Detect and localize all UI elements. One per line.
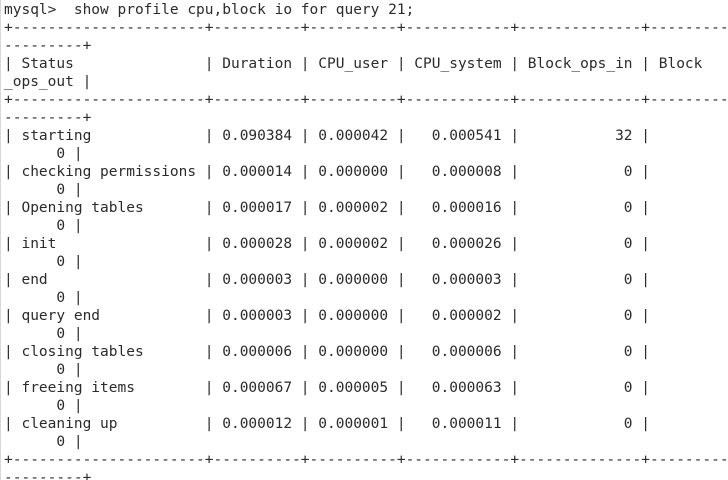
prompt-command-line: mysql> show profile cpu,block io for que… xyxy=(4,2,415,18)
table-row-wrap: 0 | xyxy=(4,398,83,414)
table-header-row-wrap: _ops_out | xyxy=(4,74,92,90)
table-row: | end | 0.000003 | 0.000000 | 0.000003 |… xyxy=(4,272,651,288)
table-row-wrap: 0 | xyxy=(4,182,83,198)
table-row-wrap: 0 | xyxy=(4,290,83,306)
table-row: | Opening tables | 0.000017 | 0.000002 |… xyxy=(4,200,651,216)
table-row: | query end | 0.000003 | 0.000000 | 0.00… xyxy=(4,308,651,324)
table-row-wrap: 0 | xyxy=(4,146,83,162)
terminal-output[interactable]: mysql> show profile cpu,block io for que… xyxy=(0,1,728,480)
table-bottom-border: +----------------------+----------+-----… xyxy=(4,452,728,468)
table-row: | closing tables | 0.000006 | 0.000000 |… xyxy=(4,344,651,360)
table-row-wrap: 0 | xyxy=(4,254,83,270)
terminal-window[interactable]: mysql> show profile cpu,block io for que… xyxy=(0,0,728,480)
table-row: | starting | 0.090384 | 0.000042 | 0.000… xyxy=(4,128,651,144)
table-header-separator: +----------------------+----------+-----… xyxy=(4,92,728,108)
table-bottom-border-wrap: ---------+ xyxy=(4,470,92,480)
table-row: | freeing items | 0.000067 | 0.000005 | … xyxy=(4,380,651,396)
table-row-wrap: 0 | xyxy=(4,326,83,342)
table-row-wrap: 0 | xyxy=(4,218,83,234)
table-header-separator-wrap: ---------+ xyxy=(4,110,92,126)
table-top-border-wrap: ---------+ xyxy=(4,38,92,54)
table-row: | init | 0.000028 | 0.000002 | 0.000026 … xyxy=(4,236,651,252)
table-top-border: +----------------------+----------+-----… xyxy=(4,20,728,36)
table-row-wrap: 0 | xyxy=(4,434,83,450)
table-header-row: | Status | Duration | CPU_user | CPU_sys… xyxy=(4,56,703,72)
table-row-wrap: 0 | xyxy=(4,362,83,378)
table-row: | cleaning up | 0.000012 | 0.000001 | 0.… xyxy=(4,416,651,432)
table-row: | checking permissions | 0.000014 | 0.00… xyxy=(4,164,651,180)
